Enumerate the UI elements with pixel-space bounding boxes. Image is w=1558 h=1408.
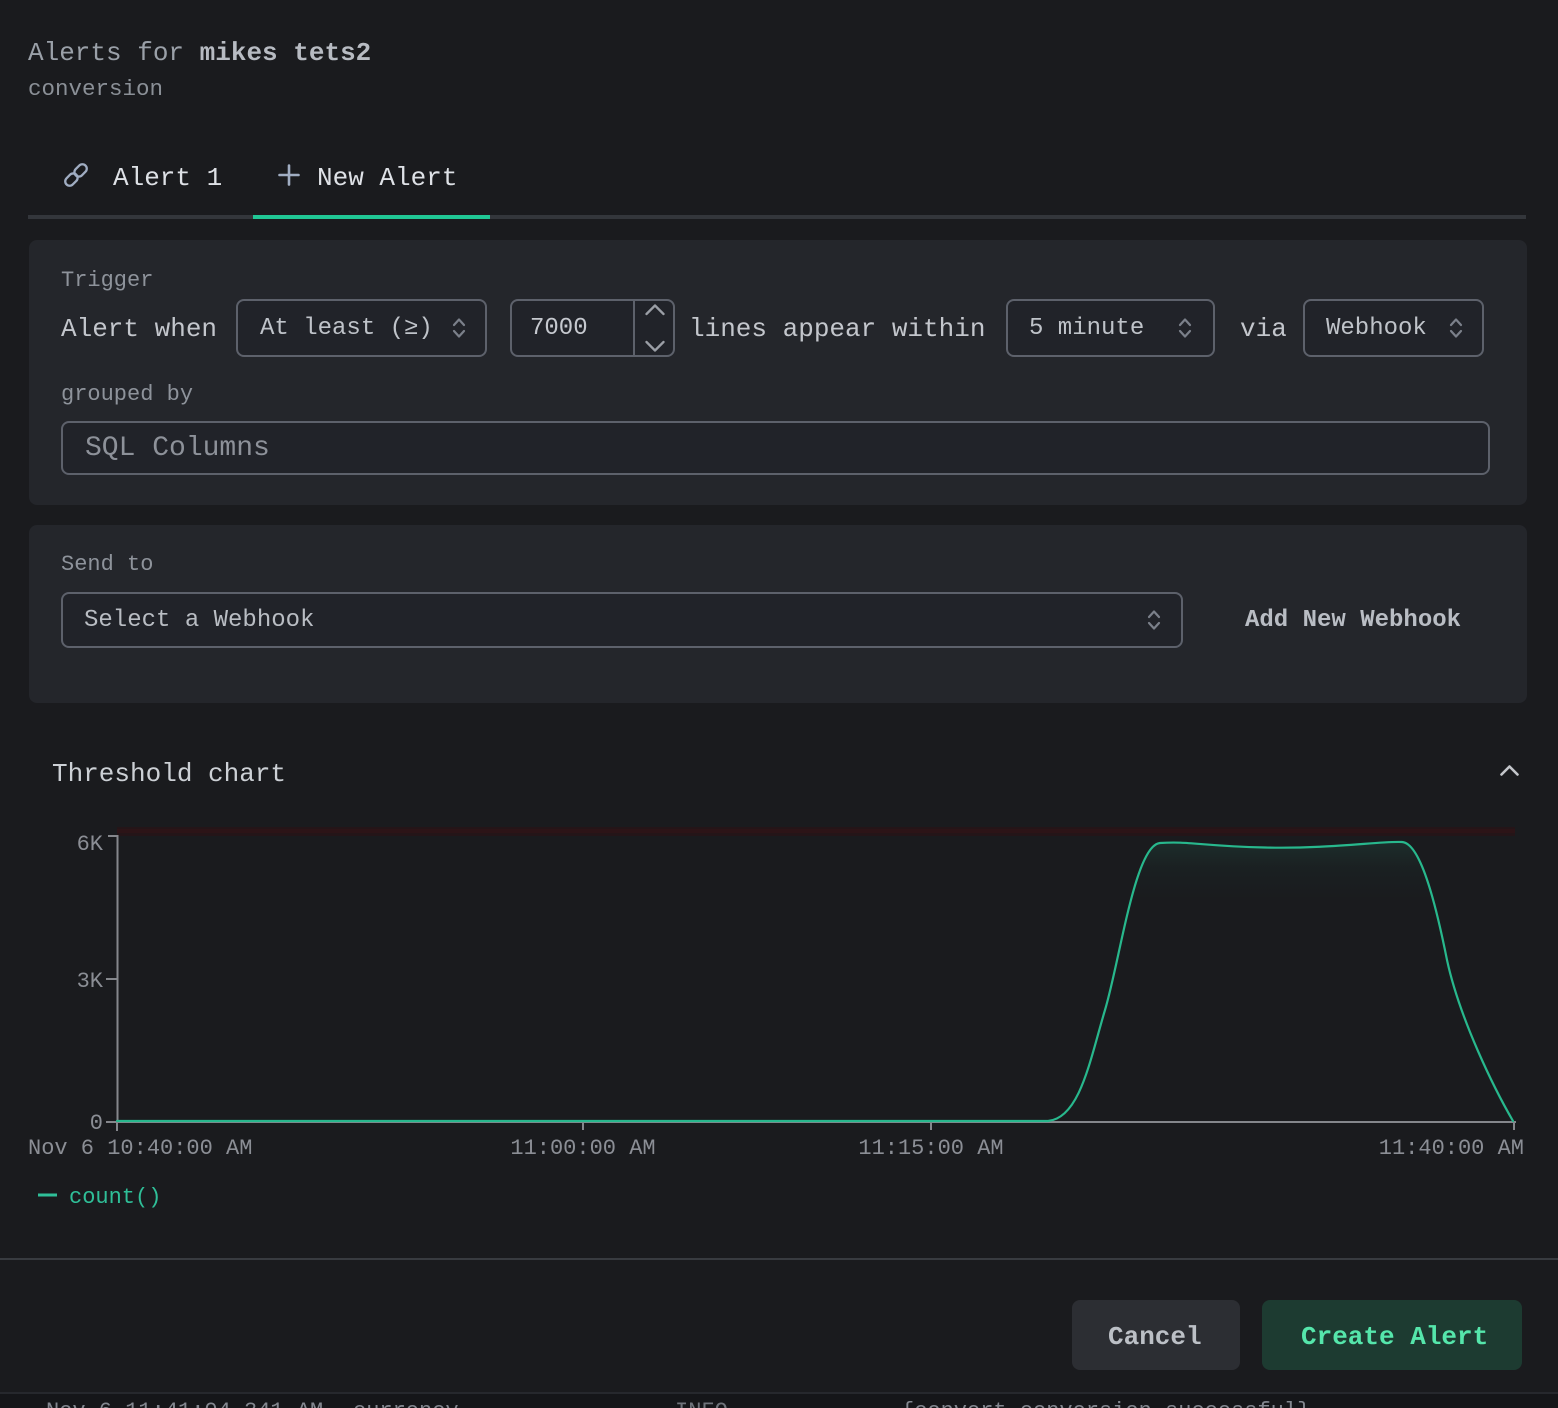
svg-text:Nov 6 10:40:00 AM: Nov 6 10:40:00 AM bbox=[28, 1136, 252, 1161]
svg-text:0: 0 bbox=[90, 1111, 103, 1136]
svg-text:6K: 6K bbox=[77, 832, 104, 857]
svg-text:3K: 3K bbox=[77, 969, 104, 994]
svg-text:count(): count() bbox=[69, 1185, 161, 1210]
svg-text:11:00:00 AM: 11:00:00 AM bbox=[510, 1136, 655, 1161]
svg-text:11:40:00 AM: 11:40:00 AM bbox=[1379, 1136, 1524, 1161]
svg-text:11:15:00 AM: 11:15:00 AM bbox=[858, 1136, 1003, 1161]
